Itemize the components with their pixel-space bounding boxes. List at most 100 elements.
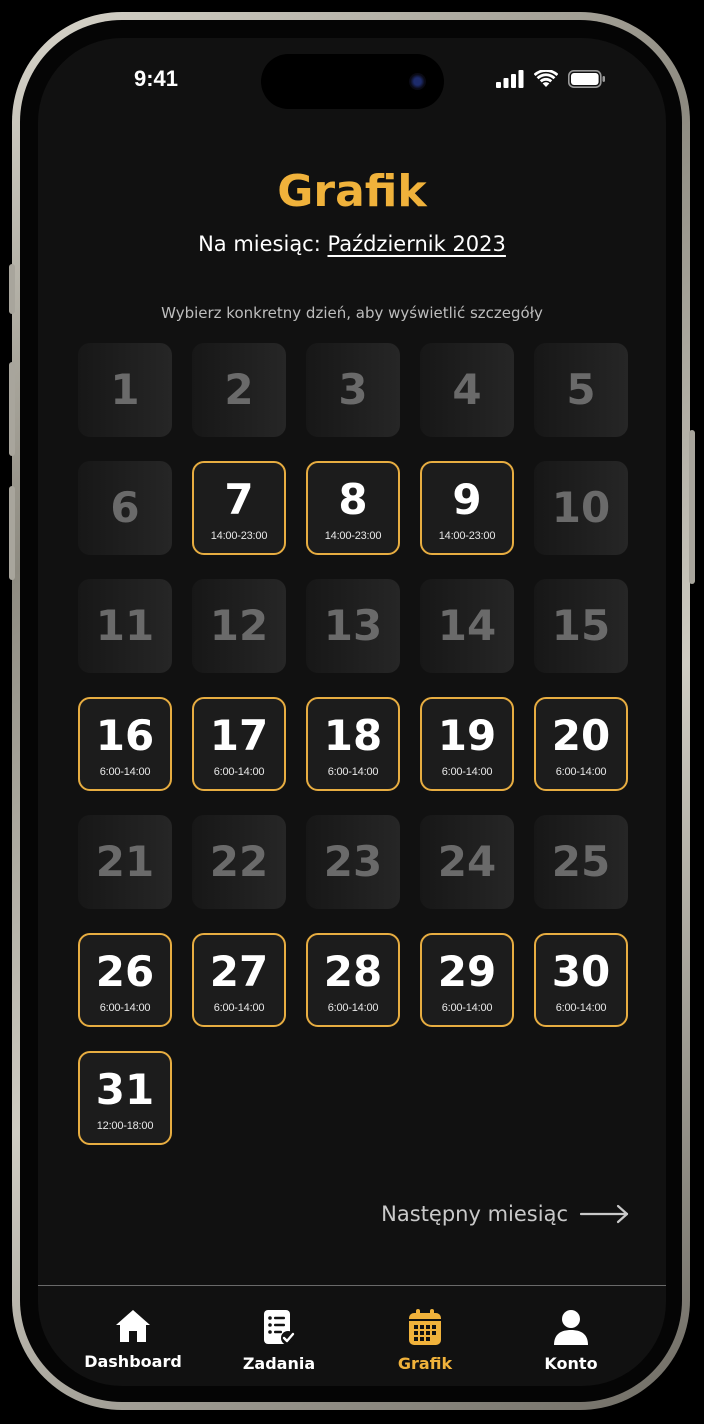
shift-hours: 6:00-14:00	[555, 765, 607, 778]
day-number: 26	[95, 946, 155, 996]
calendar-day-12[interactable]: 12	[192, 579, 286, 673]
day-number: 22	[209, 837, 269, 886]
calendar-day-11[interactable]: 11	[78, 579, 172, 673]
tab-zadania[interactable]: Zadania	[219, 1286, 339, 1386]
calendar-day-31[interactable]: 31 12:00-18:00	[78, 1051, 172, 1145]
day-number: 30	[551, 946, 611, 996]
day-number: 1	[110, 365, 140, 414]
calendar-day-18[interactable]: 18 6:00-14:00	[306, 697, 400, 791]
day-number: 20	[551, 710, 611, 760]
day-number: 6	[110, 483, 140, 532]
battery-icon	[568, 70, 605, 88]
user-icon	[554, 1310, 588, 1345]
calendar-day-8[interactable]: 8 14:00-23:00	[306, 461, 400, 555]
tab-grafik[interactable]: Grafik	[365, 1286, 485, 1386]
calendar-day-10[interactable]: 10	[534, 461, 628, 555]
power-button	[689, 430, 695, 584]
day-number: 18	[323, 710, 383, 760]
day-number: 16	[95, 710, 155, 760]
calendar-day-16[interactable]: 16 6:00-14:00	[78, 697, 172, 791]
day-number: 9	[452, 474, 482, 524]
day-number: 4	[452, 365, 482, 414]
shift-hours: 6:00-14:00	[213, 765, 265, 778]
tab-label: Zadania	[242, 1354, 316, 1373]
calendar-day-22[interactable]: 22	[192, 815, 286, 909]
day-number: 23	[323, 837, 383, 886]
calendar-day-27[interactable]: 27 6:00-14:00	[192, 933, 286, 1027]
day-number: 21	[95, 837, 155, 886]
shift-hours: 14:00-23:00	[210, 529, 268, 542]
calendar-day-5[interactable]: 5	[534, 343, 628, 437]
day-number: 17	[209, 710, 269, 760]
calendar-day-13[interactable]: 13	[306, 579, 400, 673]
shift-hours: 6:00-14:00	[213, 1001, 265, 1014]
day-number: 27	[209, 946, 269, 996]
calendar-day-29[interactable]: 29 6:00-14:00	[420, 933, 514, 1027]
day-number: 28	[323, 946, 383, 996]
shift-hours: 6:00-14:00	[327, 1001, 379, 1014]
next-month-button[interactable]: Następny miesiąc	[381, 1202, 630, 1226]
calendar-day-26[interactable]: 26 6:00-14:00	[78, 933, 172, 1027]
month-selector[interactable]: Październik 2023	[327, 232, 505, 256]
shift-hours: 6:00-14:00	[99, 765, 151, 778]
calendar-day-17[interactable]: 17 6:00-14:00	[192, 697, 286, 791]
volume-down-button	[9, 486, 15, 580]
calendar-day-6[interactable]: 6	[78, 461, 172, 555]
day-number: 13	[323, 601, 383, 650]
arrow-right-icon	[580, 1204, 629, 1224]
day-number: 24	[437, 837, 497, 886]
shift-hours: 14:00-23:00	[438, 529, 496, 542]
shift-hours: 6:00-14:00	[99, 1001, 151, 1014]
calendar-day-15[interactable]: 15	[534, 579, 628, 673]
calendar-day-25[interactable]: 25	[534, 815, 628, 909]
day-number: 5	[566, 365, 596, 414]
calendar-day-1[interactable]: 1	[78, 343, 172, 437]
signal-icon	[496, 70, 524, 88]
calendar-day-19[interactable]: 19 6:00-14:00	[420, 697, 514, 791]
calendar-day-7[interactable]: 7 14:00-23:00	[192, 461, 286, 555]
wifi-icon	[534, 70, 558, 87]
action-button	[9, 264, 15, 314]
calendar-day-4[interactable]: 4	[420, 343, 514, 437]
month-prefix: Na miesiąc:	[198, 232, 328, 256]
tasks-icon	[264, 1310, 295, 1345]
status-time: 9:41	[134, 66, 179, 91]
page-title: Grafik	[277, 166, 427, 217]
shift-hours: 6:00-14:00	[441, 1001, 493, 1014]
day-number: 2	[224, 365, 254, 414]
tab-konto[interactable]: Konto	[511, 1286, 631, 1386]
calendar-day-9[interactable]: 9 14:00-23:00	[420, 461, 514, 555]
camera-icon	[409, 73, 426, 90]
calendar-icon	[409, 1309, 441, 1345]
calendar-day-14[interactable]: 14	[420, 579, 514, 673]
day-number: 8	[338, 474, 368, 524]
shift-hours: 6:00-14:00	[441, 765, 493, 778]
day-number: 14	[437, 601, 497, 650]
calendar-day-24[interactable]: 24	[420, 815, 514, 909]
status-bar: 9:41	[38, 38, 666, 128]
status-icons	[496, 70, 606, 88]
home-icon	[116, 1310, 150, 1342]
day-number: 3	[338, 365, 368, 414]
day-number: 31	[95, 1064, 155, 1114]
shift-hours: 6:00-14:00	[555, 1001, 607, 1014]
tab-label: Konto	[544, 1354, 598, 1373]
calendar-day-3[interactable]: 3	[306, 343, 400, 437]
tab-dashboard[interactable]: Dashboard	[73, 1286, 193, 1386]
calendar-day-23[interactable]: 23	[306, 815, 400, 909]
day-number: 10	[551, 483, 611, 532]
calendar-day-20[interactable]: 20 6:00-14:00	[534, 697, 628, 791]
shift-hours: 6:00-14:00	[327, 765, 379, 778]
next-month-label: Następny miesiąc	[381, 1202, 568, 1226]
day-number: 11	[95, 601, 155, 650]
tab-label: Dashboard	[84, 1352, 182, 1371]
calendar-day-21[interactable]: 21	[78, 815, 172, 909]
day-number: 29	[437, 946, 497, 996]
tab-bar: Dashboard Zadania Grafik Konto	[38, 1286, 666, 1386]
calendar-day-30[interactable]: 30 6:00-14:00	[534, 933, 628, 1027]
calendar-day-28[interactable]: 28 6:00-14:00	[306, 933, 400, 1027]
app-screen: 9:41 Grafik Na miesiąc: Październik 2023…	[38, 38, 666, 1386]
calendar-day-2[interactable]: 2	[192, 343, 286, 437]
hint-text: Wybierz konkretny dzień, aby wyświetlić …	[161, 304, 543, 322]
day-number: 19	[437, 710, 497, 760]
